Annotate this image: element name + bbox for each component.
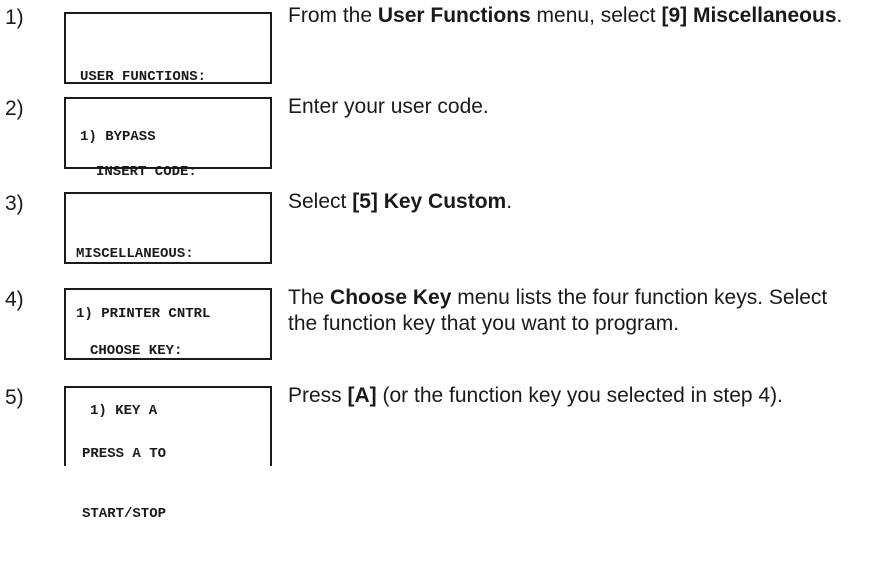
lcd-display: PRESS A TO START/STOP	[64, 386, 272, 522]
step-number: 3)	[5, 192, 24, 215]
step-number: 1)	[5, 6, 24, 29]
step-description: Enter your user code.	[288, 95, 489, 118]
lcd-display: MISCELLANEOUS: 1) PRINTER CNTRL	[64, 192, 272, 322]
lcd-line-2: START/STOP	[82, 506, 167, 522]
step-description: From the User Functions menu, select [9]…	[288, 4, 843, 27]
lcd-display: USER FUNCTIONS: 1) BYPASS	[64, 12, 272, 145]
step-number: 5)	[5, 386, 24, 409]
step-description: Press [A] (or the function key you selec…	[288, 384, 783, 407]
lcd-line-1: PRESS A TO	[82, 446, 167, 462]
step-number: 4)	[5, 288, 24, 311]
lcd-line-1: CHOOSE KEY:	[90, 343, 183, 359]
lcd-display: INSERT CODE:	[64, 97, 272, 180]
step-description: Select [5] Key Custom.	[288, 190, 513, 213]
lcd-display: CHOOSE KEY: 1) KEY A	[64, 288, 272, 419]
lcd-line-1: USER FUNCTIONS:	[80, 69, 207, 85]
lcd-line-1: INSERT CODE:	[96, 164, 197, 180]
lcd-line-1: MISCELLANEOUS:	[76, 246, 194, 262]
step-description: The Choose Key menu lists the four funct…	[288, 286, 828, 335]
step-number: 2)	[5, 97, 24, 120]
